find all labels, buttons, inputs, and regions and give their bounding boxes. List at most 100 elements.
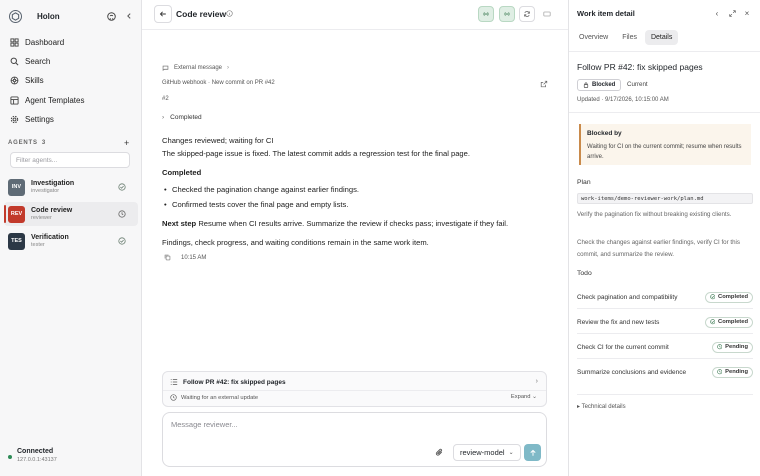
agent-name: Investigation bbox=[31, 180, 75, 187]
connection-address: 127.0.0.1:43137 bbox=[17, 457, 57, 463]
signal-icon bbox=[504, 12, 510, 16]
nav-agent-templates[interactable]: Agent Templates bbox=[6, 91, 136, 110]
clock-icon bbox=[170, 394, 177, 401]
todo-status-badge: Pending bbox=[711, 366, 753, 378]
sidebar: Holon Dashboard Search Skills Agent Temp… bbox=[0, 0, 142, 476]
check-circle-icon bbox=[709, 294, 715, 300]
work-item-detail-panel: Work item detail ‹ × Overview Files Deta… bbox=[568, 0, 760, 476]
agent-verification[interactable]: TES Verification tester bbox=[4, 229, 138, 253]
message-summary: Findings, check progress, and waiting co… bbox=[162, 238, 429, 247]
lock-icon bbox=[583, 82, 589, 88]
completed-toggle-label: Completed bbox=[170, 114, 202, 121]
message-time: 10:15 AM bbox=[181, 254, 207, 261]
todo-divider bbox=[577, 333, 753, 334]
add-agent-button[interactable]: + bbox=[124, 138, 130, 148]
nav-search-label: Search bbox=[25, 57, 51, 67]
agents-count: 3 bbox=[41, 140, 46, 146]
check-circle-icon bbox=[118, 237, 126, 245]
nav-dashboard[interactable]: Dashboard bbox=[6, 33, 136, 52]
card-divider bbox=[163, 390, 546, 391]
nav-settings-label: Settings bbox=[25, 114, 54, 124]
todo-status-label: Pending bbox=[725, 344, 748, 350]
filter-agents-input[interactable] bbox=[10, 152, 130, 168]
status-badge-label: Blocked bbox=[592, 82, 616, 88]
sidebar-nav: Dashboard Search Skills Agent Templates … bbox=[6, 33, 136, 129]
todo-item: Review the fix and new tests Completed bbox=[577, 315, 753, 329]
conversation-pane: Code review External message › GitHub we… bbox=[142, 0, 568, 476]
caret-right-icon: ▸ bbox=[577, 404, 581, 410]
external-link-icon[interactable] bbox=[540, 80, 548, 88]
template-icon bbox=[10, 96, 19, 105]
broadcast-button[interactable] bbox=[478, 6, 494, 22]
todo-status-label: Completed bbox=[718, 319, 748, 325]
work-item-card-title: Follow PR #42: fix skipped pages bbox=[183, 378, 286, 386]
agent-name: Code review bbox=[31, 207, 73, 214]
external-message-text: External message bbox=[174, 64, 223, 71]
collapse-sidebar-icon[interactable] bbox=[123, 10, 135, 22]
message-composer: review-model ⌄ bbox=[162, 412, 547, 467]
github-icon[interactable] bbox=[105, 10, 117, 22]
technical-details-toggle[interactable]: ▸ Technical details bbox=[577, 403, 626, 410]
chevron-right-icon[interactable]: › bbox=[536, 378, 538, 385]
agent-avatar: REV bbox=[8, 205, 25, 223]
back-button[interactable] bbox=[154, 5, 172, 23]
todo-label: Todo bbox=[577, 270, 592, 277]
work-item-card[interactable]: Follow PR #42: fix skipped pages › Waiti… bbox=[162, 371, 547, 407]
work-item-title: Follow PR #42: fix skipped pages bbox=[577, 62, 703, 72]
conversation-header: Code review bbox=[142, 0, 568, 30]
tab-files[interactable]: Files bbox=[616, 30, 643, 45]
list-item: Checked the pagination change against ea… bbox=[164, 185, 359, 200]
agent-code-review[interactable]: REV Code review reviewer bbox=[4, 202, 138, 226]
blocked-by-label: Blocked by bbox=[587, 130, 622, 137]
work-item-card-header: Follow PR #42: fix skipped pages bbox=[170, 378, 286, 386]
panel-divider bbox=[569, 51, 760, 52]
todo-item: Check CI for the current commit Pending bbox=[577, 340, 753, 354]
agent-role: investigator bbox=[31, 188, 60, 194]
nav-skills[interactable]: Skills bbox=[6, 71, 136, 90]
close-icon[interactable]: × bbox=[742, 8, 752, 18]
plan-file-path[interactable]: work-items/demo-reviewer-work/plan.md bbox=[577, 193, 753, 204]
check-circle-icon bbox=[709, 319, 715, 325]
send-button[interactable] bbox=[524, 444, 541, 461]
info-icon[interactable] bbox=[226, 10, 233, 17]
external-message-label[interactable]: External message › bbox=[162, 64, 229, 71]
maximize-icon[interactable] bbox=[727, 8, 737, 18]
panel-toggle-button[interactable] bbox=[539, 6, 555, 22]
attach-button[interactable] bbox=[432, 445, 446, 459]
current-label: Current bbox=[627, 81, 648, 88]
blocked-callout: Blocked by Waiting for CI on the current… bbox=[579, 124, 751, 165]
nav-search[interactable]: Search bbox=[6, 52, 136, 71]
message-number: #2 bbox=[162, 96, 169, 102]
external-message-icon bbox=[162, 65, 169, 71]
message-input[interactable] bbox=[171, 420, 531, 434]
message-line: The skipped-page issue is fixed. The lat… bbox=[162, 149, 470, 158]
panel-divider bbox=[577, 394, 753, 395]
plan-paragraph: Verify the pagination fix without breaki… bbox=[577, 211, 732, 218]
clock-icon bbox=[716, 344, 722, 350]
todo-item-text: Review the fix and new tests bbox=[577, 318, 660, 326]
completed-heading: Completed bbox=[162, 168, 202, 177]
webhook-source: GitHub webhook · New commit on PR #42 bbox=[162, 80, 275, 86]
tab-details[interactable]: Details bbox=[644, 30, 679, 45]
message-meta: 10:15 AM bbox=[164, 254, 206, 261]
nav-settings[interactable]: Settings bbox=[6, 110, 136, 129]
status-dot-icon bbox=[8, 455, 12, 459]
page-title: Code review bbox=[176, 9, 227, 19]
refresh-button[interactable] bbox=[519, 6, 535, 22]
connection-label: Connected bbox=[17, 448, 54, 455]
agent-investigation[interactable]: INV Investigation investigator bbox=[4, 175, 138, 199]
plan-paragraph: Check the changes against earlier findin… bbox=[577, 239, 741, 258]
check-circle-icon bbox=[118, 183, 126, 191]
completed-toggle[interactable]: › Completed bbox=[162, 114, 202, 121]
todo-item-text: Summarize conclusions and evidence bbox=[577, 368, 687, 376]
copy-icon[interactable] bbox=[164, 254, 171, 261]
nav-agent-templates-label: Agent Templates bbox=[25, 95, 85, 105]
tab-overview[interactable]: Overview bbox=[573, 30, 614, 45]
arrow-left-icon bbox=[159, 11, 166, 17]
model-select[interactable]: review-model ⌄ bbox=[453, 444, 521, 461]
clock-icon bbox=[716, 369, 722, 375]
expand-button[interactable]: Expand ⌄ bbox=[511, 394, 537, 400]
chevron-left-icon[interactable]: ‹ bbox=[712, 8, 722, 18]
work-item-status-text: Waiting for an external update bbox=[181, 394, 259, 401]
signal-button[interactable] bbox=[499, 6, 515, 22]
